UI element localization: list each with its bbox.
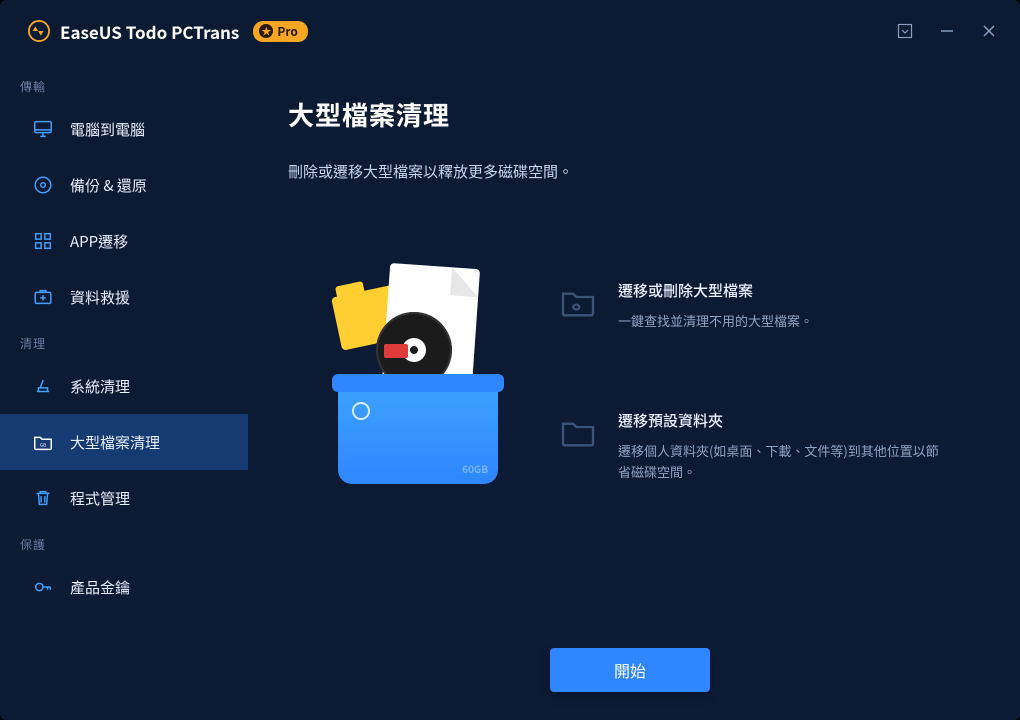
page-subtitle: 刪除或遷移大型檔案以釋放更多磁碟空間。 bbox=[288, 161, 972, 182]
grid-icon bbox=[32, 230, 54, 252]
folder-gb-icon: GB bbox=[32, 431, 54, 453]
option-title: 遷移或刪除大型檔案 bbox=[618, 280, 813, 301]
pro-badge: Pro bbox=[253, 21, 308, 42]
sidebar-item-label: 備份 & 還原 bbox=[70, 175, 147, 196]
sidebar-item-label: 程式管理 bbox=[70, 488, 130, 509]
sidebar-item-product-key[interactable]: 產品金鑰 bbox=[0, 559, 248, 615]
svg-text:GB: GB bbox=[40, 443, 47, 448]
page-title: 大型檔案清理 bbox=[288, 96, 972, 133]
sidebar-item-label: 系統清理 bbox=[70, 376, 130, 397]
sidebar-item-label: APP遷移 bbox=[70, 231, 128, 252]
sidebar: 傳輸 電腦到電腦 備份 & 還原 APP遷移 bbox=[0, 62, 248, 720]
app-logo: EaseUS Todo PCTrans Pro bbox=[28, 19, 308, 44]
sidebar-section-transfer: 傳輸 bbox=[0, 68, 248, 101]
sidebar-item-app-migration[interactable]: APP遷移 bbox=[0, 213, 248, 269]
sidebar-item-pc-to-pc[interactable]: 電腦到電腦 bbox=[0, 101, 248, 157]
sidebar-item-backup-restore[interactable]: 備份 & 還原 bbox=[0, 157, 248, 213]
broom-icon bbox=[32, 375, 54, 397]
hero-capacity: 60GB bbox=[462, 461, 488, 476]
hero-illustration: 60GB bbox=[308, 272, 528, 492]
sidebar-item-app-management[interactable]: 程式管理 bbox=[0, 470, 248, 526]
sidebar-item-label: 電腦到電腦 bbox=[70, 119, 145, 140]
sidebar-item-label: 大型檔案清理 bbox=[70, 432, 160, 453]
sidebar-item-large-file-cleanup[interactable]: GB 大型檔案清理 bbox=[0, 414, 248, 470]
minimize-button[interactable] bbox=[938, 22, 956, 40]
option-desc: 遷移個人資料夾(如桌面、下載、文件等)到其他位置以節省磁碟空間。 bbox=[618, 441, 948, 483]
brand-icon bbox=[28, 20, 50, 42]
sidebar-item-label: 資料救援 bbox=[70, 287, 130, 308]
pro-label: Pro bbox=[277, 23, 298, 40]
folder-scan-icon bbox=[556, 280, 600, 324]
main-content: 大型檔案清理 刪除或遷移大型檔案以釋放更多磁碟空間。 60GB bbox=[248, 62, 1020, 720]
option-title: 遷移預設資料夾 bbox=[618, 410, 948, 431]
sidebar-section-cleanup: 清理 bbox=[0, 325, 248, 358]
sidebar-item-system-cleanup[interactable]: 系統清理 bbox=[0, 358, 248, 414]
first-aid-icon bbox=[32, 286, 54, 308]
sidebar-item-data-rescue[interactable]: 資料救援 bbox=[0, 269, 248, 325]
start-button[interactable]: 開始 bbox=[550, 648, 710, 692]
key-icon bbox=[32, 576, 54, 598]
sidebar-item-label: 產品金鑰 bbox=[70, 577, 130, 598]
option-migrate-default-folders[interactable]: 遷移預設資料夾 遷移個人資料夾(如桌面、下載、文件等)到其他位置以節省磁碟空間。 bbox=[556, 410, 972, 483]
titlebar: EaseUS Todo PCTrans Pro bbox=[0, 0, 1020, 62]
close-button[interactable] bbox=[980, 22, 998, 40]
window-controls bbox=[896, 22, 998, 40]
disc-icon bbox=[32, 174, 54, 196]
star-icon bbox=[259, 24, 273, 38]
folder-icon bbox=[556, 410, 600, 454]
monitor-icon bbox=[32, 118, 54, 140]
dropdown-menu-button[interactable] bbox=[896, 22, 914, 40]
option-desc: 一鍵查找並清理不用的大型檔案。 bbox=[618, 311, 813, 332]
sidebar-section-protect: 保護 bbox=[0, 526, 248, 559]
option-migrate-delete-large[interactable]: 遷移或刪除大型檔案 一鍵查找並清理不用的大型檔案。 bbox=[556, 280, 972, 332]
trash-icon bbox=[32, 487, 54, 509]
recycle-icon bbox=[352, 402, 370, 420]
app-name: EaseUS Todo PCTrans bbox=[60, 19, 239, 44]
